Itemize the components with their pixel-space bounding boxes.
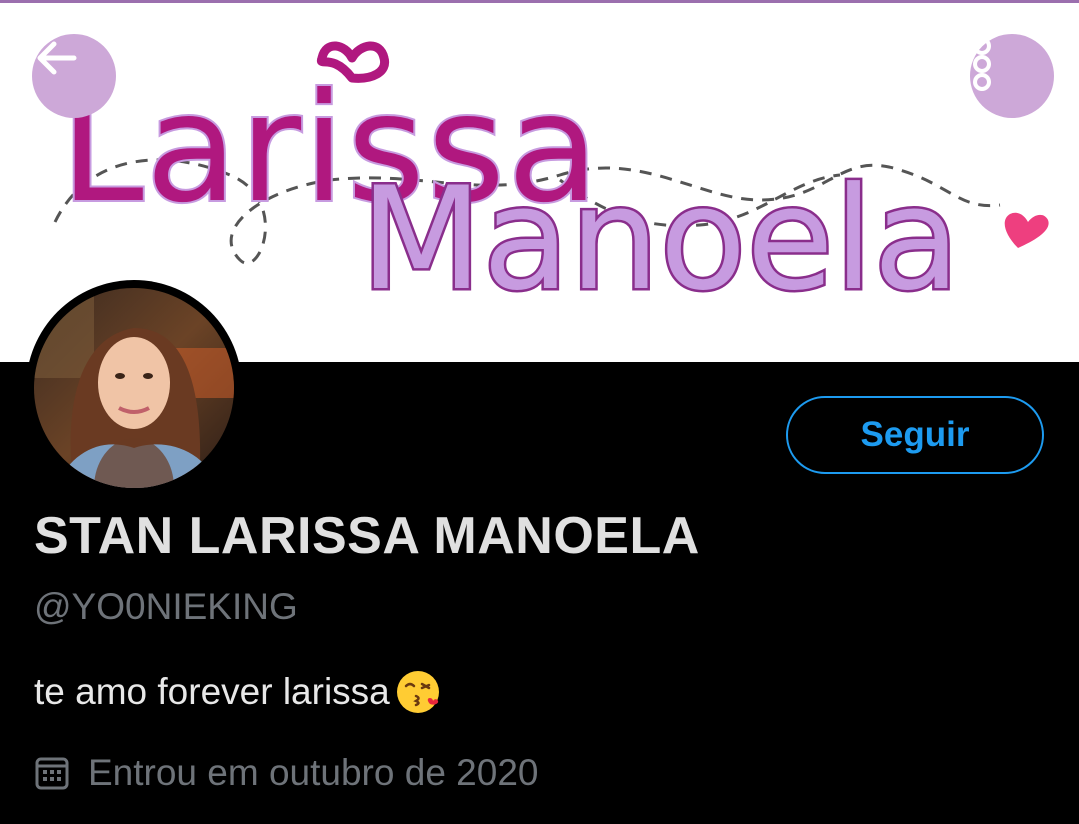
profile-page: Larissa Manoela Seguir STAN LARISSA MANO… xyxy=(0,0,1079,824)
display-name: STAN LARISSA MANOELA xyxy=(34,507,700,565)
more-vertical-icon xyxy=(973,37,991,91)
follow-button-label: Seguir xyxy=(860,415,970,454)
avatar[interactable] xyxy=(34,288,234,488)
arrow-left-icon xyxy=(37,41,77,75)
calendar-icon xyxy=(35,757,69,790)
join-date: Entrou em outubro de 2020 xyxy=(34,752,539,794)
avatar-photo xyxy=(34,288,234,488)
follow-button[interactable]: Seguir xyxy=(786,396,1044,474)
banner-line2: Manoela xyxy=(360,157,960,322)
more-options-button[interactable] xyxy=(970,34,1054,118)
kissing-face-emoji xyxy=(396,671,439,713)
join-date-text: Entrou em outubro de 2020 xyxy=(88,752,539,793)
back-button[interactable] xyxy=(32,34,116,118)
bio-text: te amo forever larissa xyxy=(34,671,390,712)
avatar-container[interactable] xyxy=(26,280,242,496)
profile-bio: te amo forever larissa xyxy=(34,668,442,716)
user-handle: @YO0NIEKING xyxy=(34,586,298,627)
